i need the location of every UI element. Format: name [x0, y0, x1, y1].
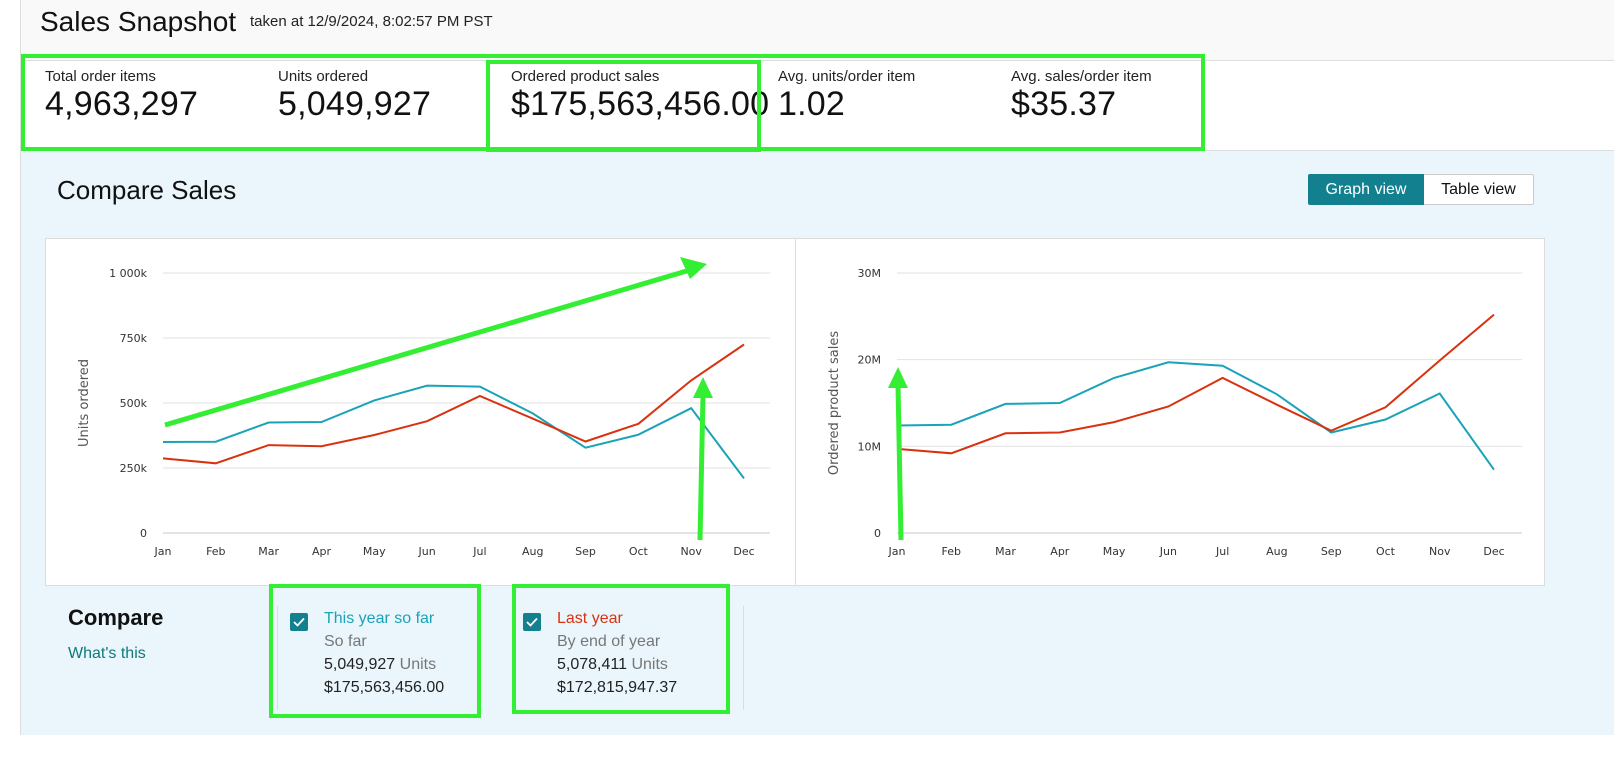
- legend-sales: $172,815,947.37: [557, 679, 678, 696]
- legend-item-this-year: This year so far So far 5,049,927 Units …: [324, 607, 444, 699]
- x-tick-label: May: [1103, 545, 1126, 558]
- checkbox-checked[interactable]: [290, 613, 308, 631]
- legend-divider: [743, 606, 744, 710]
- x-tick-label: Dec: [1483, 545, 1504, 558]
- x-tick-label: Jul: [1215, 545, 1229, 558]
- last-year-checkbox[interactable]: [523, 613, 541, 631]
- y-tick-label: 30M: [858, 267, 882, 280]
- legend-divider: [277, 606, 278, 710]
- units-label: Units: [631, 656, 668, 673]
- legend-sub: By end of year: [557, 633, 661, 650]
- x-tick-label: Jan: [888, 545, 906, 558]
- x-tick-label: Sep: [1321, 545, 1342, 558]
- x-tick-label: Feb: [942, 545, 961, 558]
- y-axis-label: Ordered product sales: [827, 331, 842, 476]
- y-tick-label: 10M: [858, 440, 882, 453]
- x-tick-label: Apr: [1050, 545, 1070, 558]
- checkbox-checked[interactable]: [523, 613, 541, 631]
- whats-this-link[interactable]: What's this: [68, 645, 146, 663]
- compare-heading: Compare: [68, 605, 164, 630]
- checkmark-icon: [293, 617, 305, 627]
- units-value: 5,049,927: [324, 656, 396, 673]
- legend-sales: $175,563,456.00: [324, 679, 445, 696]
- units-value: 5,078,411: [557, 656, 627, 673]
- legend-item-last-year: Last year By end of year 5,078,411 Units…: [557, 607, 677, 699]
- y-tick-label: 20M: [858, 354, 882, 367]
- checkmark-icon: [526, 617, 538, 627]
- legend-units: 5,078,411 Units: [557, 653, 677, 676]
- legend-name: Last year: [557, 610, 623, 627]
- legend-sub: So far: [324, 633, 367, 650]
- series-line-this-year-so-far: [896, 361, 1495, 471]
- x-tick-label: Aug: [1266, 545, 1287, 558]
- units-label: Units: [399, 656, 437, 673]
- x-tick-label: Oct: [1376, 545, 1396, 558]
- y-tick-label: 0: [874, 527, 881, 540]
- legend-units: 5,049,927 Units: [324, 653, 444, 676]
- x-tick-label: Nov: [1429, 545, 1451, 558]
- x-tick-label: Jun: [1159, 545, 1177, 558]
- ordered-product-sales-chart: 0 10M 20M 30M Jan Feb Mar Apr May Jun Jul Aug Sep Oct…: [827, 267, 1522, 558]
- this-year-checkbox[interactable]: [290, 613, 308, 631]
- x-tick-label: Mar: [995, 545, 1016, 558]
- legend-name: This year so far: [324, 610, 435, 627]
- series-line-last-year: [896, 313, 1495, 455]
